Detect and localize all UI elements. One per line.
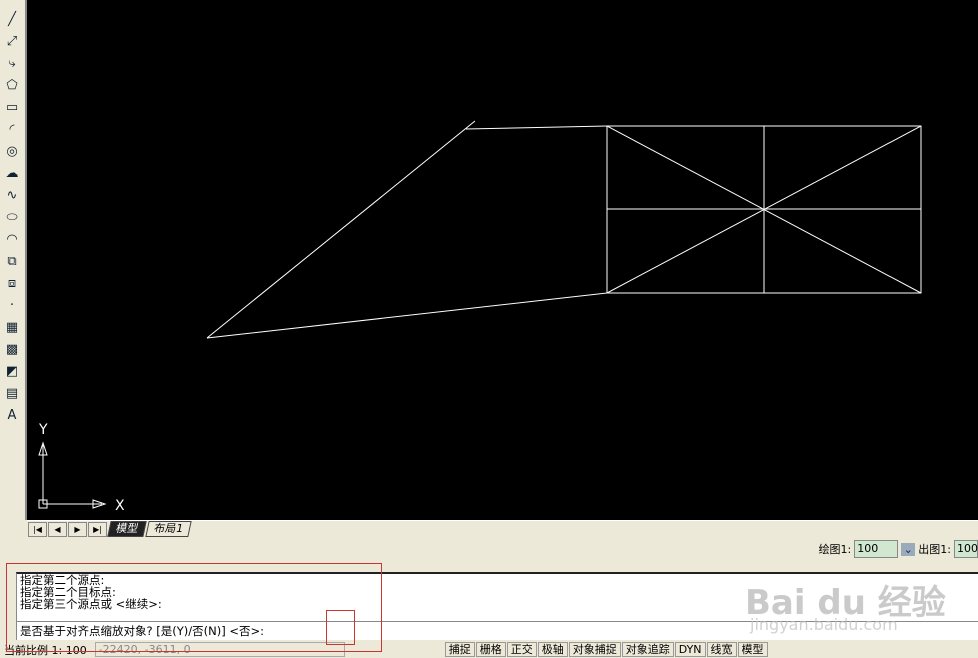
tab-next-button[interactable]: ▶ [68, 521, 87, 537]
plot-scale-select[interactable]: 100 [954, 540, 978, 558]
point-icon[interactable]: · [1, 294, 23, 316]
layout-tabs: |◀ ◀ ▶ ▶| 模型 布局1 [27, 520, 978, 537]
ucs-y-label: Y [38, 422, 48, 438]
ucs-x-label: X [115, 498, 125, 514]
drawing: Y X [38, 120, 922, 514]
draw-scale-label: 绘图1: [818, 543, 852, 556]
tab-model[interactable]: 模型 [107, 521, 147, 537]
draw-scale-select[interactable]: 100 [854, 540, 899, 558]
drawn-line [206, 292, 608, 339]
chevron-down-icon[interactable]: ⌄ [901, 542, 916, 556]
current-scale: 当前比例 1: 100 [4, 643, 87, 657]
polygon-icon[interactable]: ⬠ [1, 74, 23, 96]
make-block-icon[interactable]: ⧈ [1, 272, 23, 294]
circle-icon[interactable]: ◎ [1, 140, 23, 162]
arc-icon[interactable]: ◜ [1, 118, 23, 140]
construction-line-icon[interactable]: ⤢ [1, 30, 23, 52]
status-toggle-2[interactable]: 正交 [506, 642, 537, 657]
revcloud-icon[interactable]: ☁ [1, 162, 23, 184]
polyline-icon[interactable]: ⤷ [1, 52, 23, 74]
drawing-canvas[interactable]: Y X [27, 0, 978, 520]
plot-scale-label: 出图1: [918, 543, 951, 556]
insert-block-icon[interactable]: ⧉ [1, 250, 23, 272]
status-toggle-7[interactable]: 线宽 [706, 642, 737, 657]
tab-first-button[interactable]: |◀ [28, 521, 47, 537]
scale-controls: 绘图1: 100 ⌄ 出图1: 100 [819, 540, 978, 558]
draw-toolbar: ╱ ⤢ ⤷ ⬠ ▭ ◜ ◎ ☁ ∿ ⬭ ◠ ⧉ ⧈ · ▦ ▩ ◩ ▤ A [0, 0, 27, 520]
line-icon[interactable]: ╱ [1, 8, 23, 30]
region-icon[interactable]: ◩ [1, 360, 23, 382]
hatch-icon[interactable]: ▦ [1, 316, 23, 338]
status-toggle-8[interactable]: 模型 [737, 642, 768, 657]
tab-prev-button[interactable]: ◀ [48, 521, 67, 537]
mtext-icon[interactable]: A [1, 404, 23, 426]
tab-last-button[interactable]: ▶| [88, 521, 107, 537]
status-toggle-6[interactable]: DYN [674, 642, 706, 657]
status-toggle-5[interactable]: 对象追踪 [621, 642, 674, 657]
status-bar: 当前比例 1: 100 -22420, -3611, 0 捕捉 栅格 正交 极轴 对象捕… [0, 642, 978, 657]
status-toggle-3[interactable]: 极轴 [537, 642, 568, 657]
ellipse-arc-icon[interactable]: ◠ [1, 228, 23, 250]
ucs-icon [38, 441, 107, 509]
tab-layout1[interactable]: 布局1 [145, 521, 192, 537]
spline-icon[interactable]: ∿ [1, 184, 23, 206]
table-icon[interactable]: ▤ [1, 382, 23, 404]
gradient-icon[interactable]: ▩ [1, 338, 23, 360]
ellipse-icon[interactable]: ⬭ [1, 206, 23, 228]
rectangle-icon[interactable]: ▭ [1, 96, 23, 118]
coordinates-readout: -22420, -3611, 0 [94, 642, 345, 657]
status-toggle-0[interactable]: 捕捉 [444, 642, 475, 657]
status-toggle-4[interactable]: 对象捕捉 [568, 642, 621, 657]
drawn-line [465, 125, 608, 130]
drawn-line [206, 120, 476, 339]
watermark-url: jingyan.baidu.com [750, 615, 898, 634]
status-toggle-1[interactable]: 栅格 [475, 642, 506, 657]
